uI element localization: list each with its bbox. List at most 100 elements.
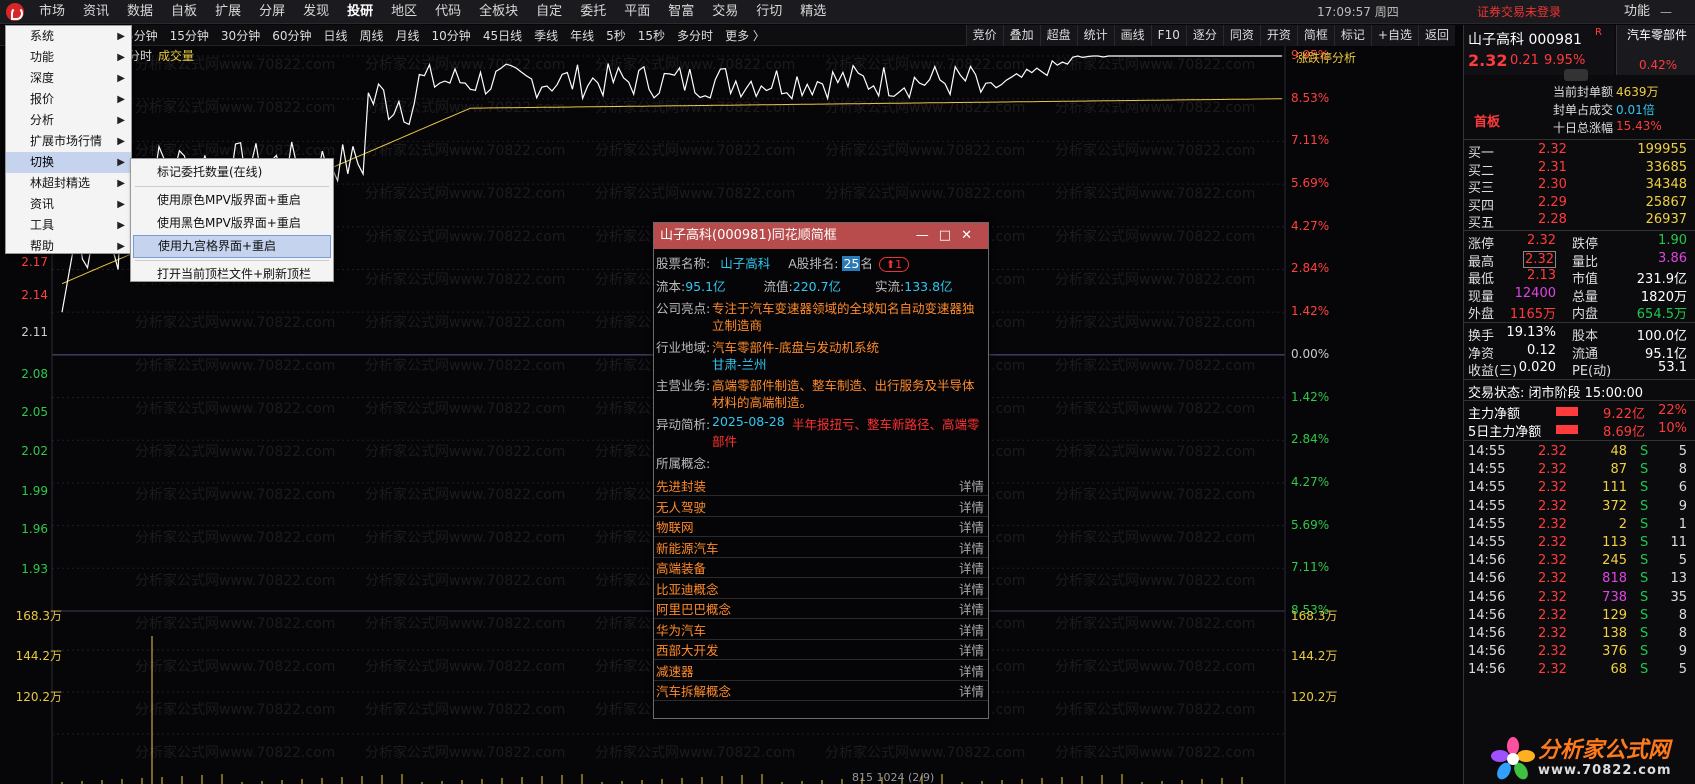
- concept-name[interactable]: 高端装备: [656, 558, 706, 577]
- concept-name[interactable]: 西部大开发: [656, 640, 719, 659]
- submenu-item-4[interactable]: 打开当前顶栏文件+刷新顶栏: [133, 263, 331, 286]
- tool-button-6[interactable]: 逐分: [1185, 25, 1223, 46]
- period-tab-16[interactable]: 更多 〉: [719, 27, 771, 44]
- concept-detail-link[interactable]: 详情: [959, 538, 984, 557]
- submenu-item-2[interactable]: 使用黑色MPV版界面+重启: [133, 212, 331, 235]
- main-menu-item-1[interactable]: 功能 ▶: [6, 47, 131, 68]
- menu-item-6[interactable]: 发现: [294, 0, 338, 24]
- period-tab-13[interactable]: 5秒: [600, 27, 632, 44]
- concept-detail-link[interactable]: 详情: [959, 661, 984, 680]
- main-menu-item-0[interactable]: 系统 ▶: [6, 26, 131, 47]
- concept-name[interactable]: 新能源汽车: [656, 538, 719, 557]
- tool-button-12[interactable]: 返回: [1417, 25, 1455, 46]
- concept-row[interactable]: 无人驾驶 详情: [654, 495, 988, 517]
- concept-name[interactable]: 阿里巴巴概念: [656, 599, 731, 618]
- concept-detail-link[interactable]: 详情: [959, 517, 984, 536]
- tool-button-5[interactable]: F10: [1150, 25, 1186, 46]
- function-button[interactable]: 功能: [1624, 0, 1650, 24]
- main-menu-item-5[interactable]: 扩展市场行情 ▶: [6, 131, 131, 152]
- tool-button-8[interactable]: 开资: [1259, 25, 1297, 46]
- menu-item-5[interactable]: 分屏: [250, 0, 294, 24]
- concept-detail-link[interactable]: 详情: [959, 476, 984, 495]
- menu-item-13[interactable]: 平面: [615, 0, 659, 24]
- concept-detail-link[interactable]: 详情: [959, 497, 984, 516]
- period-tab-15[interactable]: 多分时: [671, 27, 719, 44]
- concept-name[interactable]: 物联网: [656, 517, 694, 536]
- main-menu-item-6[interactable]: 切换 ▶: [6, 152, 131, 173]
- concept-detail-link[interactable]: 详情: [959, 640, 984, 659]
- concept-name[interactable]: 汽车拆解概念: [656, 681, 731, 700]
- concept-row[interactable]: 先进封装 详情: [654, 474, 988, 496]
- chevron-up-icon[interactable]: [1564, 69, 1588, 81]
- concept-row[interactable]: 新能源汽车 详情: [654, 536, 988, 558]
- window-controls[interactable]: — □ ×: [1660, 0, 1695, 67]
- concept-row[interactable]: 汽车拆解概念 详情: [654, 679, 988, 701]
- menu-item-4[interactable]: 扩展: [206, 0, 250, 24]
- period-tab-11[interactable]: 季线: [528, 27, 564, 44]
- concept-row[interactable]: 物联网 详情: [654, 515, 988, 537]
- tool-button-10[interactable]: 标记: [1333, 25, 1371, 46]
- menu-item-3[interactable]: 自板: [162, 0, 206, 24]
- main-menu-item-4[interactable]: 分析 ▶: [6, 110, 131, 131]
- main-menu-item-8[interactable]: 资讯 ▶: [6, 194, 131, 215]
- submenu-item-1[interactable]: 使用原色MPV版界面+重启: [133, 189, 331, 212]
- concept-detail-link[interactable]: 详情: [959, 599, 984, 618]
- concept-row[interactable]: 西部大开发 详情: [654, 638, 988, 660]
- menu-item-14[interactable]: 智富: [659, 0, 703, 24]
- main-menu-item-10[interactable]: 帮助 ▶: [6, 236, 131, 257]
- concept-name[interactable]: 先进封装: [656, 476, 706, 495]
- submenu-item-0[interactable]: 标记委托数量(在线): [133, 161, 331, 184]
- menu-item-7[interactable]: 投研: [338, 0, 382, 24]
- tool-button-11[interactable]: +自选: [1370, 25, 1418, 46]
- period-tab-9[interactable]: 10分钟: [426, 27, 477, 44]
- tool-button-1[interactable]: 叠加: [1002, 25, 1040, 46]
- concept-name[interactable]: 华为汽车: [656, 620, 706, 639]
- period-tab-5[interactable]: 60分钟: [266, 27, 317, 44]
- period-tab-8[interactable]: 月线: [390, 27, 426, 44]
- menu-item-9[interactable]: 代码: [426, 0, 470, 24]
- concept-row[interactable]: 比亚迪概念 详情: [654, 577, 988, 599]
- app-logo-icon[interactable]: [0, 0, 30, 24]
- period-tab-14[interactable]: 15秒: [632, 27, 671, 44]
- period-tab-3[interactable]: 15分钟: [164, 27, 215, 44]
- concept-row[interactable]: 减速器 详情: [654, 659, 988, 681]
- concept-row[interactable]: 阿里巴巴概念 详情: [654, 597, 988, 619]
- concept-detail-link[interactable]: 详情: [959, 579, 984, 598]
- period-tab-4[interactable]: 30分钟: [215, 27, 266, 44]
- menu-item-17[interactable]: 精选: [791, 0, 835, 24]
- limit-analysis-link[interactable]: 涨跌停分析: [1296, 49, 1356, 66]
- concept-detail-link[interactable]: 详情: [959, 681, 984, 700]
- main-menu-item-9[interactable]: 工具 ▶: [6, 215, 131, 236]
- menu-item-1[interactable]: 资讯: [74, 0, 118, 24]
- period-tab-12[interactable]: 年线: [564, 27, 600, 44]
- menu-item-11[interactable]: 自定: [527, 0, 571, 24]
- tool-button-9[interactable]: 简框: [1296, 25, 1334, 46]
- concept-name[interactable]: 无人驾驶: [656, 497, 706, 516]
- submenu-item-3[interactable]: 使用九宫格界面+重启: [133, 235, 331, 258]
- concept-detail-link[interactable]: 详情: [959, 620, 984, 639]
- login-notice[interactable]: 证券交易未登录: [1477, 0, 1561, 24]
- concept-detail-link[interactable]: 详情: [959, 558, 984, 577]
- menu-item-16[interactable]: 行切: [747, 0, 791, 24]
- menu-item-8[interactable]: 地区: [382, 0, 426, 24]
- tool-button-0[interactable]: 竞价: [965, 25, 1003, 46]
- main-menu-item-2[interactable]: 深度 ▶: [6, 68, 131, 89]
- concept-row[interactable]: 华为汽车 详情: [654, 618, 988, 640]
- tool-button-2[interactable]: 超盘: [1039, 25, 1077, 46]
- main-menu-item-7[interactable]: 林超封精选 ▶: [6, 173, 131, 194]
- menu-item-12[interactable]: 委托: [571, 0, 615, 24]
- period-tab-7[interactable]: 周线: [354, 27, 390, 44]
- main-menu-item-3[interactable]: 报价 ▶: [6, 89, 131, 110]
- concept-name[interactable]: 减速器: [656, 661, 694, 680]
- tool-button-3[interactable]: 统计: [1076, 25, 1114, 46]
- menu-item-0[interactable]: 市场: [30, 0, 74, 24]
- menu-item-2[interactable]: 数据: [118, 0, 162, 24]
- menu-item-15[interactable]: 交易: [703, 0, 747, 24]
- tool-button-7[interactable]: 同资: [1222, 25, 1260, 46]
- tool-button-4[interactable]: 画线: [1113, 25, 1151, 46]
- period-tab-10[interactable]: 45日线: [477, 27, 528, 44]
- period-tab-6[interactable]: 日线: [317, 27, 353, 44]
- concept-row[interactable]: 高端装备 详情: [654, 556, 988, 578]
- menu-item-10[interactable]: 全板块: [470, 0, 527, 24]
- concept-name[interactable]: 比亚迪概念: [656, 579, 719, 598]
